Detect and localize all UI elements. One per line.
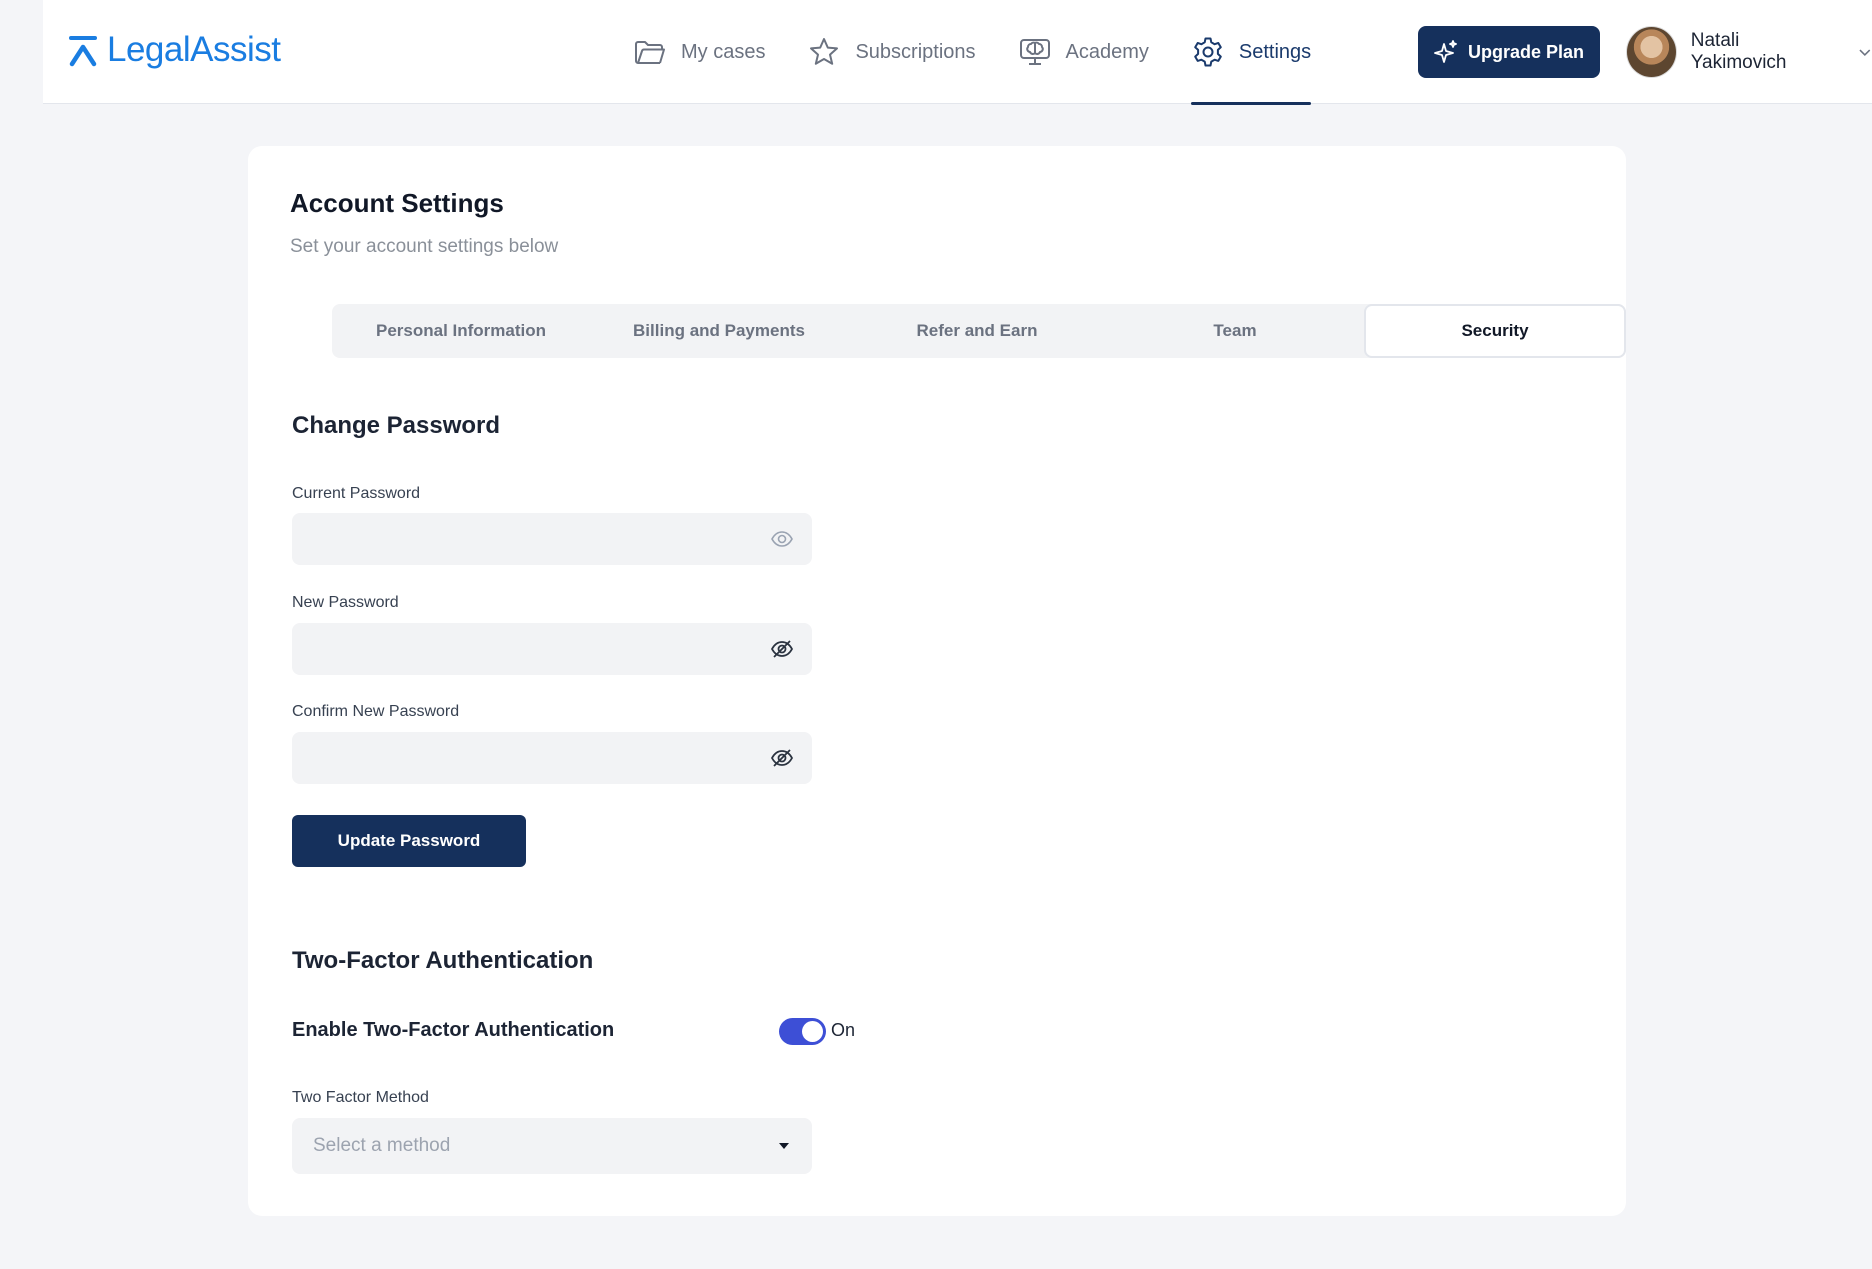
brain-monitor-icon — [1019, 39, 1050, 65]
change-password-title: Change Password — [292, 412, 501, 439]
current-password-input[interactable] — [292, 513, 812, 565]
caret-down-icon — [779, 1143, 789, 1149]
settings-card: Account Settings Set your account settin… — [248, 146, 1626, 1216]
brand-name: LegalAssist — [107, 30, 281, 69]
nav-label: Subscriptions — [855, 40, 976, 63]
confirm-password-field — [292, 732, 812, 784]
tab-refer-and-earn[interactable]: Refer and Earn — [848, 304, 1106, 358]
new-password-field — [292, 623, 812, 675]
select-placeholder: Select a method — [313, 1135, 451, 1156]
tab-personal-information[interactable]: Personal Information — [332, 304, 590, 358]
eye-off-icon[interactable] — [770, 637, 794, 661]
toggle-knob — [802, 1021, 823, 1042]
settings-tabs: Personal Information Billing and Payment… — [332, 304, 1626, 358]
nav-item-my-cases[interactable]: My cases — [633, 0, 765, 104]
legalassist-logo-icon — [69, 36, 97, 67]
confirm-password-input[interactable] — [292, 732, 812, 784]
nav-label: My cases — [681, 40, 766, 63]
two-factor-title: Two-Factor Authentication — [292, 947, 594, 974]
new-password-input[interactable] — [292, 623, 812, 675]
logo[interactable]: LegalAssist — [67, 28, 281, 72]
nav-item-settings[interactable]: Settings — [1190, 0, 1312, 105]
enable-two-factor-label: Enable Two-Factor Authentication — [292, 1019, 615, 1041]
gear-icon — [1194, 37, 1222, 67]
current-password-label: Current Password — [292, 485, 421, 502]
chevron-down-icon — [1859, 49, 1871, 57]
eye-icon[interactable] — [770, 527, 794, 551]
nav-label: Academy — [1065, 40, 1149, 63]
current-password-field — [292, 513, 812, 565]
user-name: Natali Yakimovich — [1690, 30, 1787, 73]
two-factor-toggle[interactable] — [779, 1018, 826, 1045]
star-icon — [810, 38, 839, 65]
main-nav: My cases Subscriptions Academy Settings — [633, 0, 1353, 105]
toggle-state-label: On — [831, 1020, 856, 1040]
user-menu[interactable]: Natali Yakimovich — [1626, 26, 1872, 78]
tab-security[interactable]: Security — [1364, 304, 1626, 358]
two-factor-method-select[interactable]: Select a method — [292, 1118, 812, 1174]
nav-item-academy[interactable]: Academy — [1018, 0, 1149, 104]
new-password-label: New Password — [292, 594, 399, 611]
upgrade-plan-button[interactable]: Upgrade Plan — [1418, 26, 1600, 78]
active-nav-indicator — [1190, 102, 1312, 105]
sparkle-icon — [1434, 40, 1457, 63]
tab-team[interactable]: Team — [1106, 304, 1364, 358]
avatar — [1626, 26, 1677, 78]
app-root: LegalAssist My cases Subscriptions Acade… — [43, 0, 1872, 1269]
upgrade-plan-label: Upgrade Plan — [1467, 41, 1585, 62]
update-password-button[interactable]: Update Password — [292, 815, 526, 867]
top-header: LegalAssist My cases Subscriptions Acade… — [43, 0, 1872, 105]
eye-off-icon[interactable] — [770, 746, 794, 770]
nav-item-subscriptions[interactable]: Subscriptions — [807, 0, 976, 104]
two-factor-method-label: Two Factor Method — [292, 1089, 429, 1106]
confirm-password-label: Confirm New Password — [292, 703, 460, 720]
nav-label: Settings — [1238, 40, 1312, 63]
page-title: Account Settings — [290, 188, 504, 218]
folder-icon — [635, 41, 665, 64]
page-subtitle: Set your account settings below — [290, 236, 559, 257]
tab-billing-and-payments[interactable]: Billing and Payments — [590, 304, 848, 358]
